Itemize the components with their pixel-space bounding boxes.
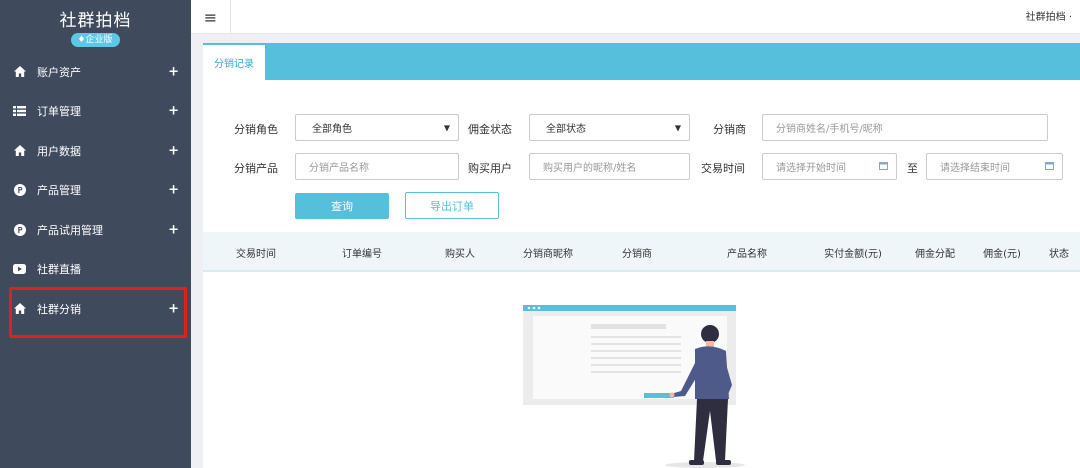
home-icon	[13, 302, 26, 315]
calendar-icon	[879, 161, 888, 173]
top-bar: ≡ 社群拍档 ·	[191, 0, 1080, 34]
buyer-placeholder: 购买用户的昵称/姓名	[543, 163, 637, 174]
home-icon	[13, 144, 26, 157]
table-header: 交易时间 订单编号 购买人 分销商昵称 分销商 产品名称 实付金额(元) 佣金分…	[203, 232, 1080, 272]
sidebar: 社群拍档 ♦企业版 账户资产 + 订单管理 + 用户数据 + 产品管理 + 产品…	[0, 0, 191, 468]
hamburger-icon: ≡	[203, 7, 218, 27]
product-placeholder: 分销产品名称	[309, 163, 369, 174]
edition-badge: ♦企业版	[71, 33, 120, 47]
tab-bar: 分销记录	[203, 43, 1080, 80]
end-time-placeholder: 请选择结束时间	[940, 163, 1010, 174]
column-header: 产品名称	[727, 249, 767, 260]
empty-state-illustration	[523, 301, 763, 468]
buyer-input[interactable]: 购买用户的昵称/姓名	[529, 153, 690, 180]
sidebar-item-live[interactable]: 社群直播	[0, 250, 191, 290]
sidebar-item-user-data[interactable]: 用户数据 +	[0, 131, 191, 171]
expand-icon: +	[168, 301, 179, 317]
query-button[interactable]: 查询	[295, 193, 389, 219]
video-icon	[13, 263, 26, 276]
trade-time-label: 交易时间	[701, 162, 745, 175]
sidebar-item-distribution[interactable]: 社群分销 +	[0, 289, 191, 329]
expand-icon: +	[168, 222, 179, 238]
home-icon	[13, 65, 26, 78]
caret-down-icon: ▼	[443, 123, 450, 132]
start-time-input[interactable]: 请选择开始时间	[762, 153, 897, 180]
expand-icon: +	[168, 103, 179, 119]
column-header: 分销商	[622, 249, 652, 260]
commission-status-select[interactable]: 全部状态 ▼	[529, 114, 690, 141]
diamond-icon: ♦	[77, 35, 86, 45]
role-label: 分销角色	[234, 123, 278, 136]
expand-icon: +	[168, 64, 179, 80]
column-header: 订单编号	[342, 249, 382, 260]
calendar-icon	[1045, 161, 1054, 173]
expand-icon: +	[168, 143, 179, 159]
role-select[interactable]: 全部角色 ▼	[295, 114, 459, 141]
sidebar-item-product-trial[interactable]: 产品试用管理 +	[0, 210, 191, 250]
menu-toggle-button[interactable]: ≡	[191, 0, 231, 34]
end-time-input[interactable]: 请选择结束时间	[926, 153, 1063, 180]
column-header: 佣金(元)	[983, 249, 1021, 260]
caret-down-icon: ▼	[674, 123, 681, 132]
user-menu[interactable]: 社群拍档 ·	[1026, 8, 1072, 23]
product-input[interactable]: 分销产品名称	[295, 153, 459, 180]
sidebar-item-label: 社群直播	[37, 263, 81, 277]
brand-title: 社群拍档	[59, 11, 132, 31]
expand-icon: +	[168, 182, 179, 198]
edition-badge-label: 企业版	[85, 35, 113, 45]
to-label: 至	[907, 162, 918, 175]
column-header: 交易时间	[236, 249, 276, 260]
role-select-value: 全部角色	[312, 124, 352, 135]
column-header: 购买人	[445, 249, 475, 260]
start-time-placeholder: 请选择开始时间	[776, 163, 846, 174]
brand: 社群拍档 ♦企业版	[0, 0, 191, 52]
product-label: 分销产品	[234, 162, 278, 175]
commission-status-label: 佣金状态	[468, 123, 512, 136]
list-icon	[13, 105, 26, 118]
tab-distribution-records[interactable]: 分销记录	[203, 43, 265, 80]
column-header: 实付金额(元)	[824, 249, 882, 260]
distributor-placeholder: 分销商姓名/手机号/昵称	[776, 124, 883, 135]
p-circle-icon	[13, 223, 26, 236]
column-header: 状态	[1049, 249, 1069, 260]
commission-status-value: 全部状态	[546, 124, 586, 135]
p-circle-icon	[13, 184, 26, 197]
export-orders-button[interactable]: 导出订单	[405, 192, 499, 219]
distributor-label: 分销商	[713, 123, 746, 136]
sidebar-item-order-management[interactable]: 订单管理 +	[0, 92, 191, 132]
sidebar-item-account-assets[interactable]: 账户资产 +	[0, 52, 191, 92]
distributor-input[interactable]: 分销商姓名/手机号/昵称	[762, 114, 1048, 141]
buyer-label: 购买用户	[468, 162, 512, 175]
sidebar-item-product-management[interactable]: 产品管理 +	[0, 171, 191, 211]
column-header: 佣金分配	[915, 249, 955, 260]
column-header: 分销商昵称	[523, 249, 573, 260]
main-card: 分销记录 分销角色 全部角色 ▼ 佣金状态 全部状态 ▼ 分销商 分销商姓名/手…	[203, 43, 1080, 468]
